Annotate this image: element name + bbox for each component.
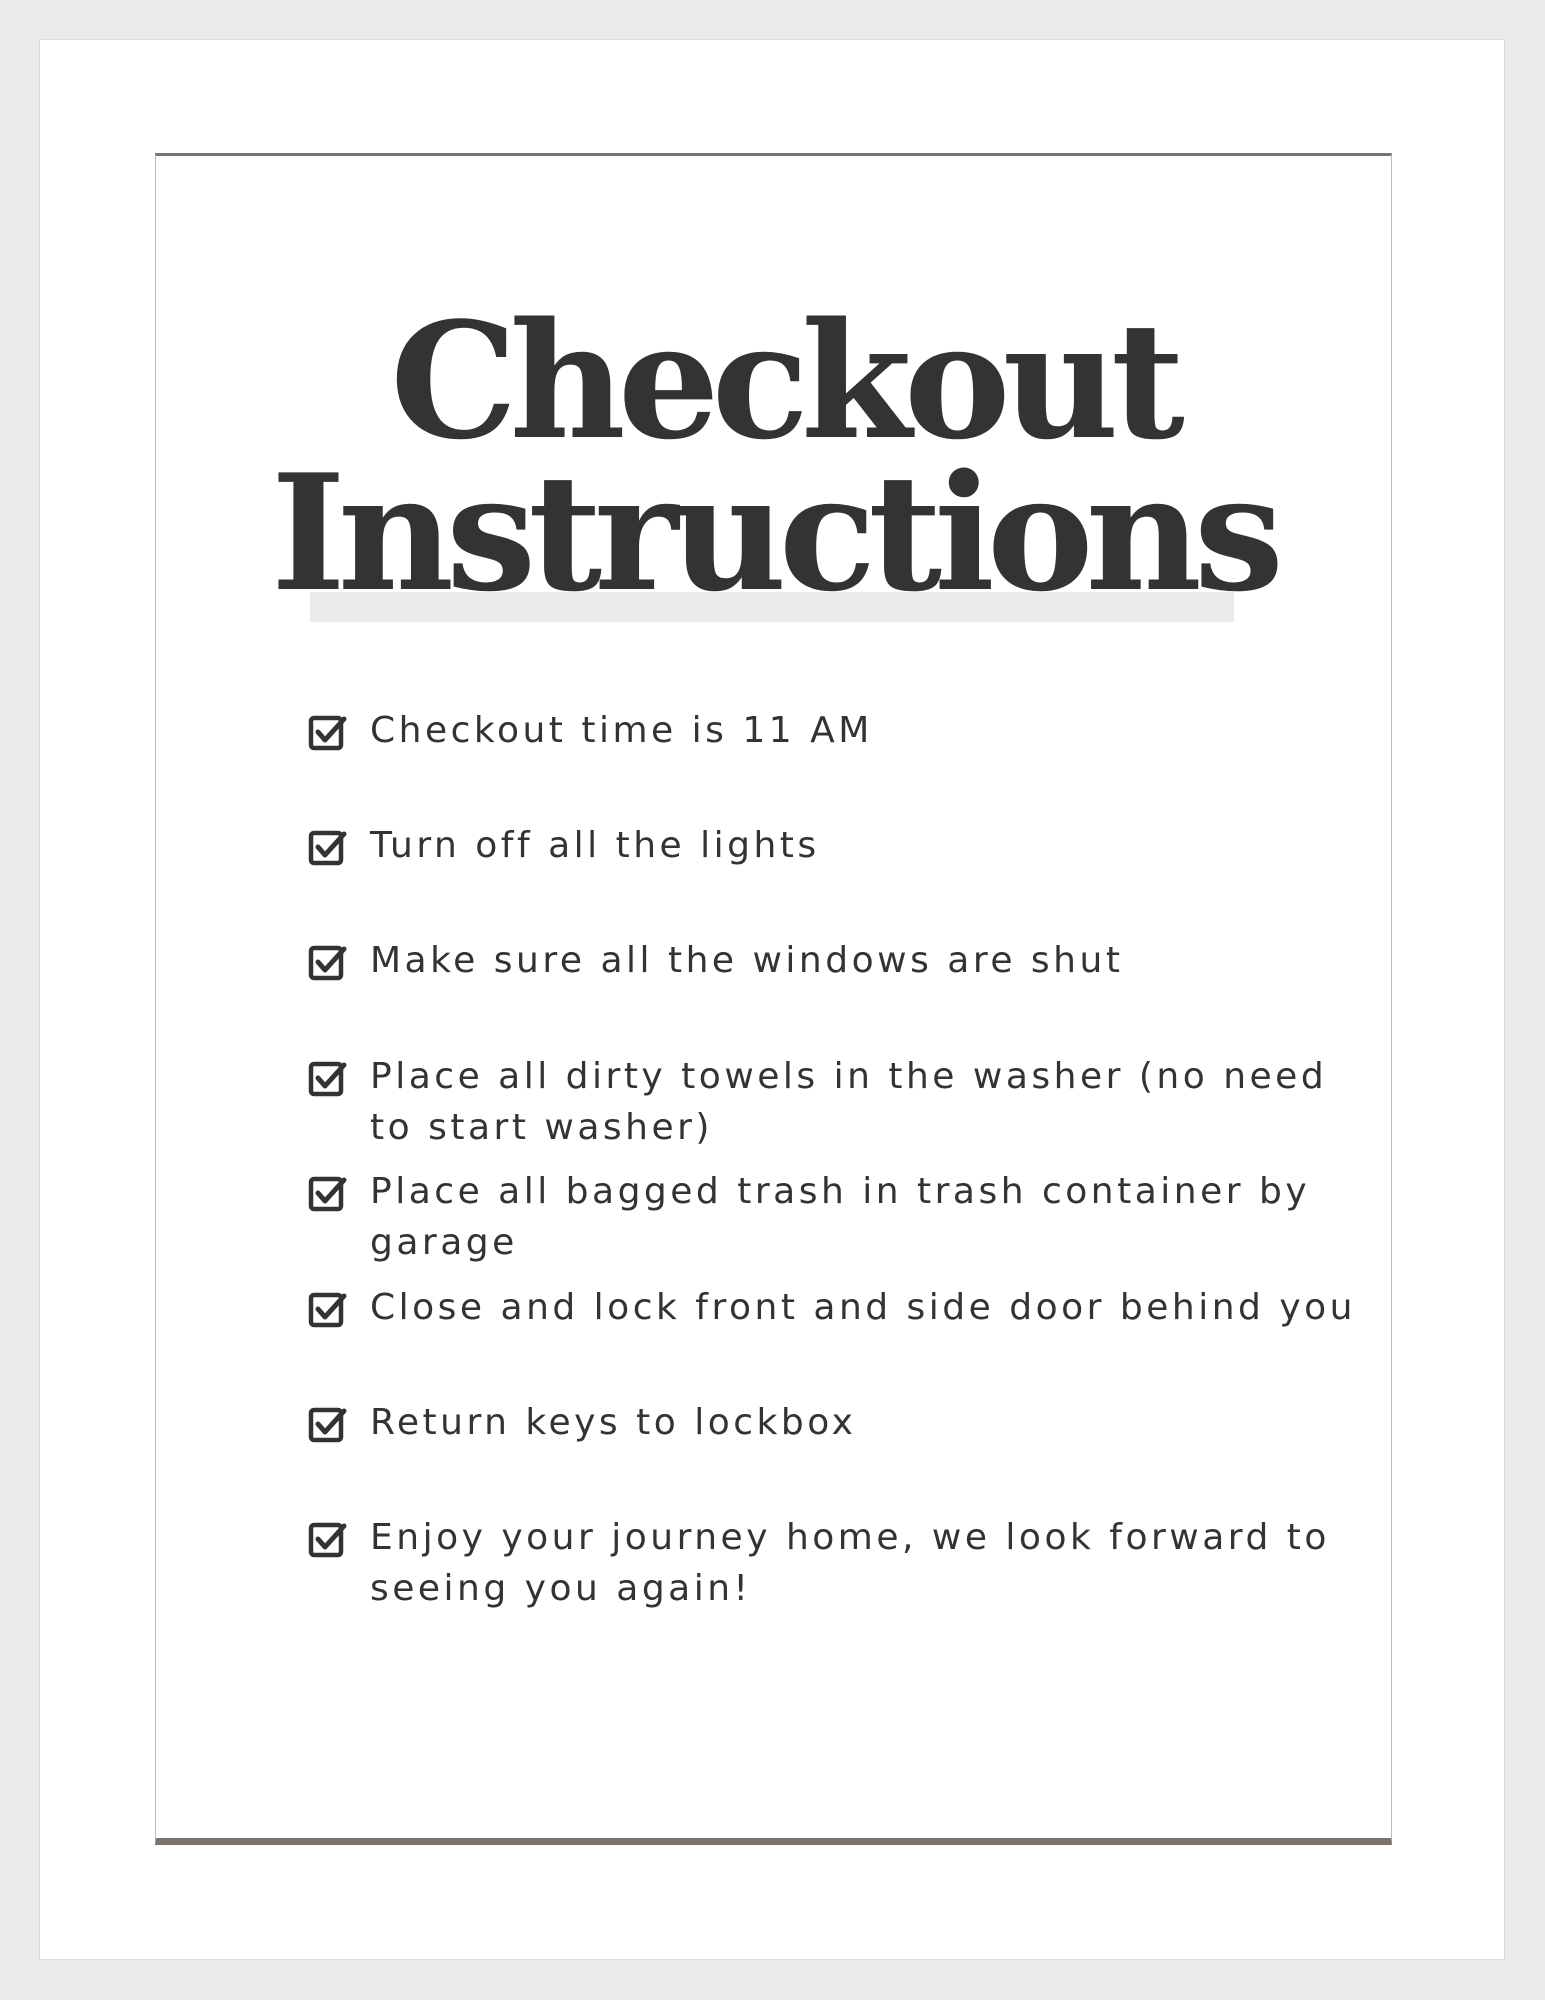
checked-box-icon <box>308 715 347 751</box>
checklist-item-text: Close and lock front and side door behin… <box>370 1287 1356 1328</box>
checked-box-icon <box>308 945 347 981</box>
page-title: Checkout Instructions <box>155 287 1392 627</box>
checklist-item-text: Place all bagged trash in trash containe… <box>370 1171 1311 1263</box>
checklist-item-text: Return keys to lockbox <box>370 1402 857 1443</box>
title-line-1: Checkout <box>390 287 1185 475</box>
checked-box-icon <box>308 1292 347 1328</box>
checklist-item-text: Make sure all the windows are shut <box>370 940 1124 981</box>
checklist-item-text: Turn off all the lights <box>370 825 820 866</box>
checklist-item-text: Place all dirty towels in the washer (no… <box>370 1056 1328 1148</box>
checklist-item-text: Enjoy your journey home, we look forward… <box>370 1517 1330 1609</box>
checked-box-icon <box>308 1061 347 1097</box>
checked-box-icon <box>308 1407 347 1443</box>
checklist-item-text: Checkout time is 11 AM <box>370 710 873 751</box>
checked-box-icon <box>308 830 347 866</box>
title-line-2: Instructions <box>270 439 1284 627</box>
checked-box-icon <box>308 1176 347 1212</box>
checked-box-icon <box>308 1522 347 1558</box>
